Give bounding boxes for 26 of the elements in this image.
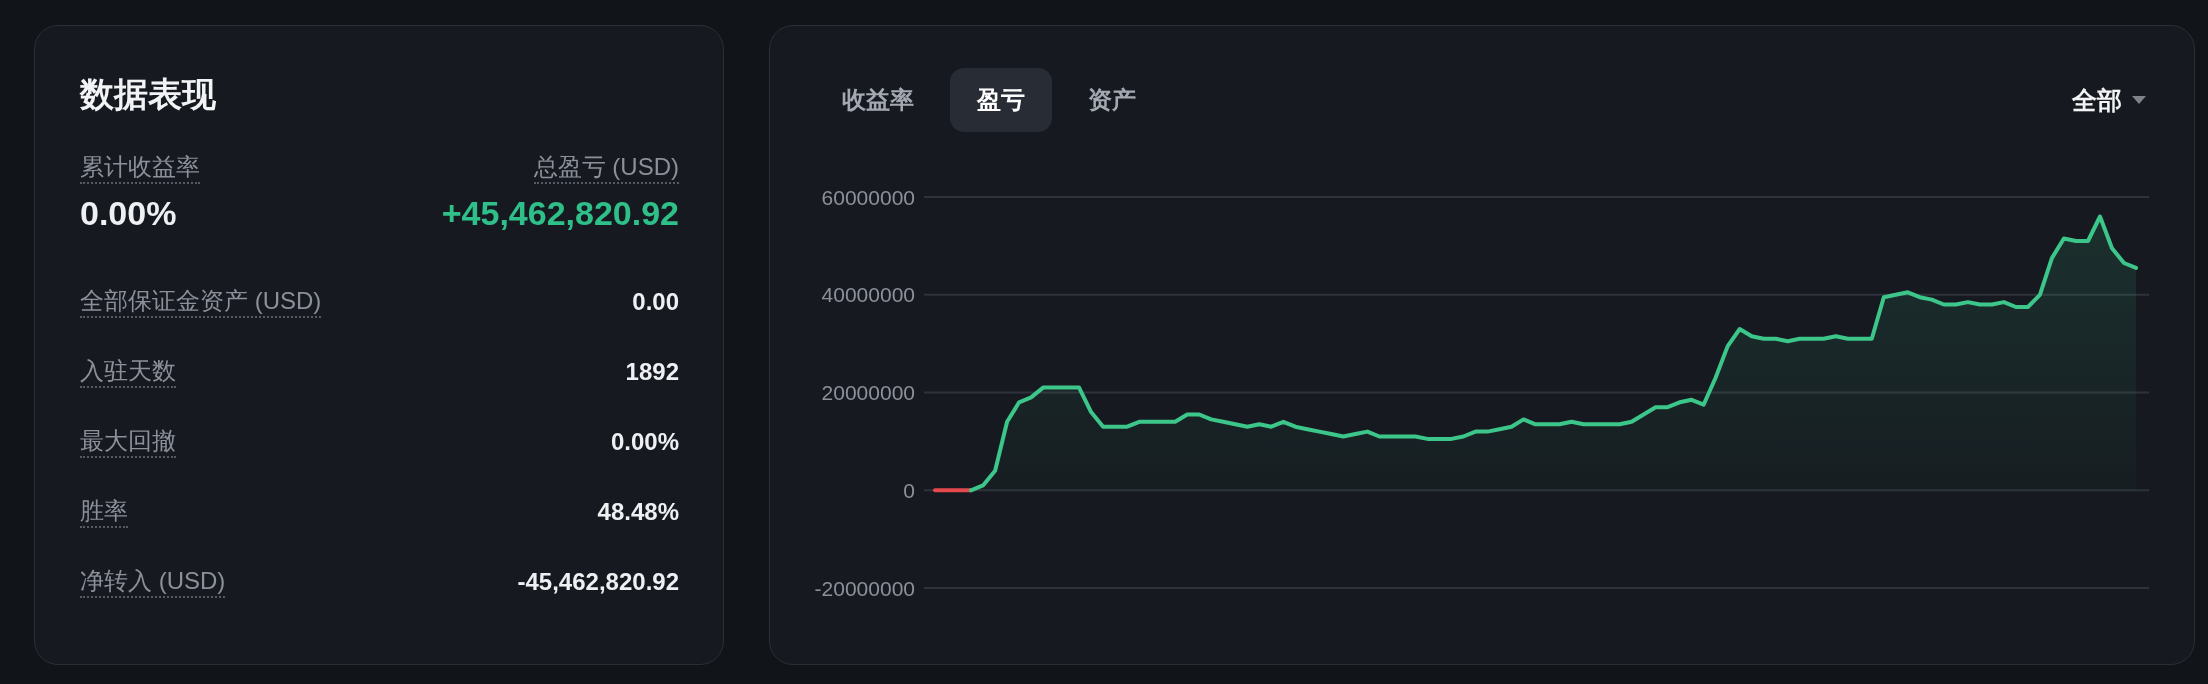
caret-icon: [2132, 96, 2146, 104]
metric-value: 0.00%: [80, 193, 177, 234]
stat-value: 0.00%: [610, 427, 679, 457]
chart-tab[interactable]: 资产: [1061, 68, 1163, 132]
panel-title: 数据表现: [80, 74, 216, 114]
y-axis-label: 0: [903, 478, 915, 502]
stat-value: 1892: [625, 357, 679, 387]
flat-start-line: [933, 488, 973, 493]
chart-tab[interactable]: 收益率: [815, 68, 941, 132]
stat-label: 入驻天数: [80, 356, 176, 388]
y-axis-label: 60000000: [821, 185, 915, 209]
range-dropdown[interactable]: 全部: [2072, 83, 2150, 117]
stat-label: 最大回撤: [80, 426, 176, 458]
stat-label: 净转入 (USD): [80, 566, 226, 598]
y-axis-label: 40000000: [821, 283, 915, 307]
stat-label: 胜率: [80, 496, 128, 528]
stat-value: -45,462,820.92: [517, 567, 679, 597]
stat-value: 48.48%: [597, 497, 679, 527]
metric-label: 总盈亏 (USD): [533, 152, 679, 184]
stat-value: 0.00: [632, 287, 679, 317]
metric-label: 累计收益率: [80, 152, 200, 184]
metric-value: +45,462,820.92: [441, 193, 679, 234]
y-axis-label: 20000000: [821, 381, 915, 405]
chart-tab[interactable]: 盈亏: [950, 68, 1052, 132]
y-axis-label: -20000000: [815, 576, 915, 600]
stat-label: 全部保证金资产 (USD): [80, 286, 322, 318]
